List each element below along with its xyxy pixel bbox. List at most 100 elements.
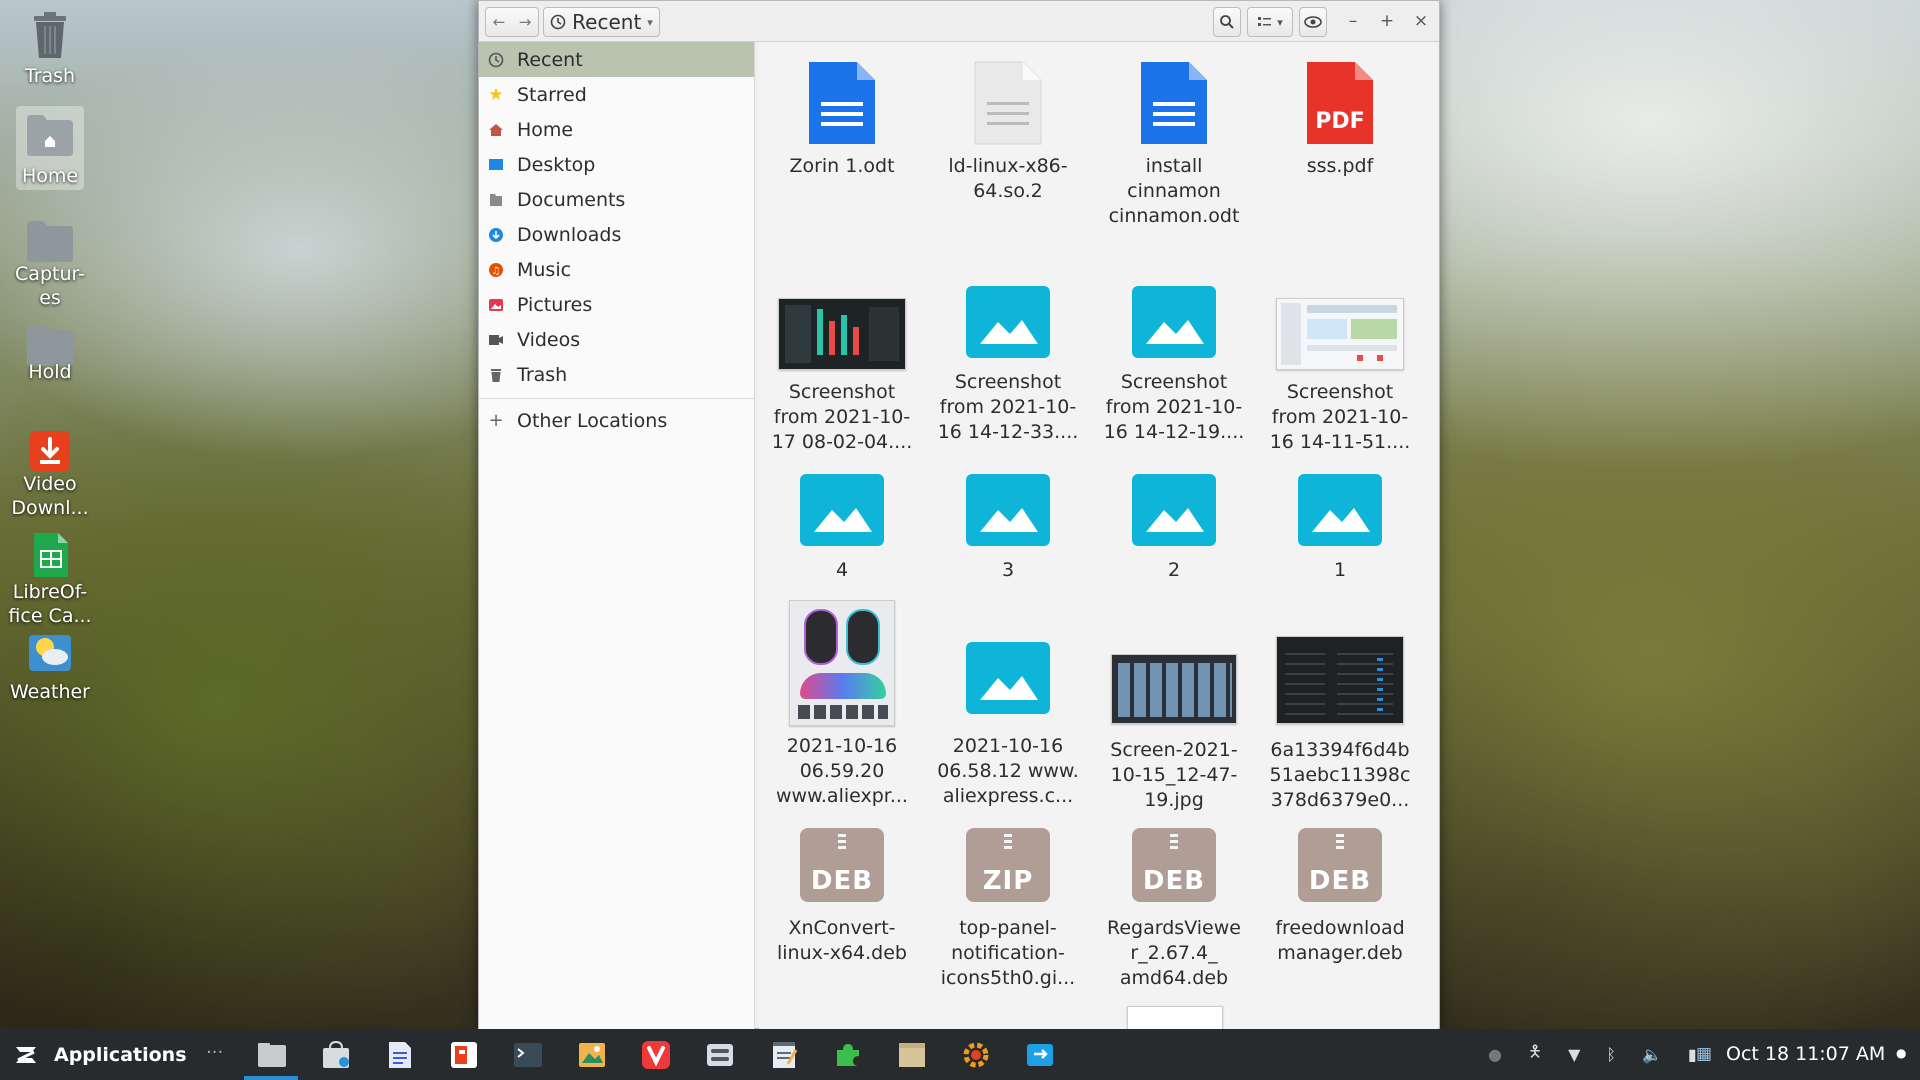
file-manager-window: ← → Recent ▾ ▾ – + × Recent ★ Starred Ho… — [478, 0, 1440, 1029]
file-item[interactable]: ld-linux-x86- 64.so.2 — [925, 60, 1091, 204]
sidebar-item-recent[interactable]: Recent — [479, 42, 754, 77]
navigation-buttons: ← → — [485, 7, 539, 37]
sidebar-item-label: Home — [517, 118, 574, 141]
file-item[interactable]: Zorin 1.odt — [759, 60, 925, 179]
sidebar-item-videos[interactable]: Videos — [479, 322, 754, 357]
presentation-app-icon[interactable] — [446, 1037, 482, 1073]
desktop-icon-home[interactable]: Home — [0, 106, 100, 190]
wifi-icon[interactable]: ▼ — [1568, 1045, 1580, 1064]
sidebar-item-label: Recent — [517, 48, 583, 71]
notes-app-icon[interactable] — [766, 1037, 802, 1073]
image-file-icon — [800, 474, 884, 546]
file-name: 1 — [1333, 559, 1347, 581]
file-item[interactable]: install cinnamon cinnamon.odt — [1091, 60, 1257, 229]
sidebar-item-downloads[interactable]: Downloads — [479, 217, 754, 252]
gear-app-icon[interactable] — [958, 1037, 994, 1073]
plus-icon: + — [488, 410, 504, 431]
bluetooth-icon[interactable]: ᛒ — [1606, 1045, 1616, 1064]
file-name: 2021-10-16 06.59.20 www.aliexpr... — [776, 735, 908, 807]
close-button[interactable]: × — [1409, 9, 1433, 33]
package-icon: DEB — [1298, 828, 1382, 902]
file-view: Zorin 1.odt ld-linux-x86- 64.so.2 instal… — [759, 42, 1438, 1029]
extensions-icon[interactable] — [830, 1037, 866, 1073]
sidebar-item-pictures[interactable]: Pictures — [479, 287, 754, 322]
file-item[interactable]: 2021-10-16 06.59.20 www.aliexpr... — [759, 600, 925, 809]
more-menu[interactable]: ··· — [206, 1042, 223, 1063]
calendar-icon[interactable]: ▦ — [1696, 1044, 1712, 1064]
applications-menu-button[interactable]: Applications — [0, 1041, 187, 1069]
vivaldi-browser-icon[interactable] — [638, 1037, 674, 1073]
chevron-down-icon: ▾ — [647, 15, 653, 29]
file-item[interactable]: 3 — [925, 474, 1091, 583]
software-store-icon[interactable] — [318, 1037, 354, 1073]
settings-manager-icon[interactable] — [702, 1037, 738, 1073]
file-item[interactable]: 2 — [1091, 474, 1257, 583]
maximize-button[interactable]: + — [1375, 9, 1399, 33]
file-item[interactable]: Screenshot from 2021-10- 16 14-11-51.... — [1257, 298, 1423, 455]
generic-file-icon — [974, 61, 1042, 145]
downloads-icon — [487, 226, 505, 244]
sidebar-item-documents[interactable]: Documents — [479, 182, 754, 217]
file-item[interactable]: Screen-2021- 10-15_12-47- 19.jpg — [1091, 654, 1257, 813]
home-folder-icon — [23, 108, 77, 162]
desktop-icon-weather[interactable]: Weather — [0, 624, 100, 704]
desktop-icon — [487, 156, 505, 174]
sidebar-item-starred[interactable]: ★ Starred — [479, 77, 754, 112]
sidebar-item-other-locations[interactable]: + Other Locations — [479, 403, 754, 438]
view-options-button[interactable]: ▾ — [1247, 7, 1293, 37]
desktop-icon-captures[interactable]: Captur- es — [0, 214, 100, 311]
weather-icon — [23, 624, 77, 678]
desktop-icon-video-downloader[interactable]: Video Downl... — [0, 424, 100, 521]
forward-arrow-icon[interactable]: → — [512, 13, 538, 31]
file-item[interactable]: 2021-10-16 06.58.12 www. aliexpress.c... — [925, 642, 1091, 809]
image-file-icon — [1132, 286, 1216, 358]
image-file-icon — [1132, 474, 1216, 546]
package-badge: DEB — [1142, 866, 1206, 896]
file-item[interactable]: 1 — [1257, 474, 1423, 583]
desktop-icon-libreoffice-calc[interactable]: LibreOf- fice Ca... — [0, 528, 100, 629]
chevron-down-icon: ▾ — [1277, 15, 1283, 29]
notification-dot-icon[interactable]: ● — [1896, 1046, 1906, 1060]
back-arrow-icon[interactable]: ← — [486, 13, 512, 31]
file-item[interactable]: PDF sss.pdf — [1257, 60, 1423, 179]
package-badge: DEB — [810, 866, 874, 896]
sidebar-item-home[interactable]: Home — [479, 112, 754, 147]
archive-manager-icon[interactable] — [894, 1037, 930, 1073]
file-item[interactable]: DEB XnConvert- linux-x64.deb — [759, 828, 925, 966]
package-icon: DEB — [800, 828, 884, 902]
remote-desktop-icon[interactable] — [1022, 1037, 1058, 1073]
image-viewer-icon[interactable] — [574, 1037, 610, 1073]
file-item[interactable]: Screenshot from 2021-10- 16 14-12-33.... — [925, 286, 1091, 445]
header-bar: ← → Recent ▾ ▾ – + × — [479, 1, 1439, 42]
desktop-icon-label: LibreOf- fice Ca... — [8, 581, 92, 628]
preview-button[interactable] — [1299, 7, 1327, 37]
sidebar-item-music[interactable]: ♫ Music — [479, 252, 754, 287]
desktop-icon-trash[interactable]: Trash — [0, 8, 100, 88]
document-icon — [1141, 62, 1207, 144]
desktop-icon-hold[interactable]: Hold — [0, 318, 100, 384]
sidebar-item-desktop[interactable]: Desktop — [479, 147, 754, 182]
terminal-icon[interactable] — [510, 1037, 546, 1073]
file-name: 3 — [1001, 559, 1015, 581]
file-item[interactable]: Screenshot from 2021-10- 16 14-12-19.... — [1091, 286, 1257, 445]
volume-icon[interactable]: 🔈 — [1642, 1045, 1662, 1064]
file-item[interactable]: 6a13394f6d4b 51aebc11398c 378d6379e0... — [1257, 636, 1423, 813]
clock[interactable]: Oct 18 11:07 AM — [1726, 1043, 1885, 1065]
file-item[interactable]: DEB freedownload manager.deb — [1257, 828, 1423, 966]
sidebar-divider — [479, 398, 754, 399]
file-item[interactable]: 4 — [759, 474, 925, 583]
file-name: Screenshot from 2021-10- 16 14-12-33.... — [937, 371, 1079, 443]
location-button[interactable]: Recent ▾ — [543, 7, 660, 37]
folder-icon — [23, 214, 77, 268]
minimize-button[interactable]: – — [1341, 9, 1365, 33]
accessibility-icon[interactable]: 🯅 — [1528, 1041, 1542, 1068]
text-editor-icon[interactable] — [382, 1037, 418, 1073]
file-item[interactable]: Screenshot from 2021-10- 17 08-02-04.... — [759, 298, 925, 455]
file-item[interactable]: DEB RegardsViewe r_2.67.4_ amd64.deb — [1091, 828, 1257, 991]
notification-icon[interactable]: ● — [1488, 1045, 1502, 1064]
file-name: freedownload manager.deb — [1275, 917, 1405, 964]
files-app-icon[interactable] — [254, 1037, 290, 1073]
search-button[interactable] — [1213, 7, 1241, 37]
sidebar-item-trash[interactable]: Trash — [479, 357, 754, 392]
file-item[interactable]: ZIP top-panel- notification- icons5th0.g… — [925, 828, 1091, 991]
